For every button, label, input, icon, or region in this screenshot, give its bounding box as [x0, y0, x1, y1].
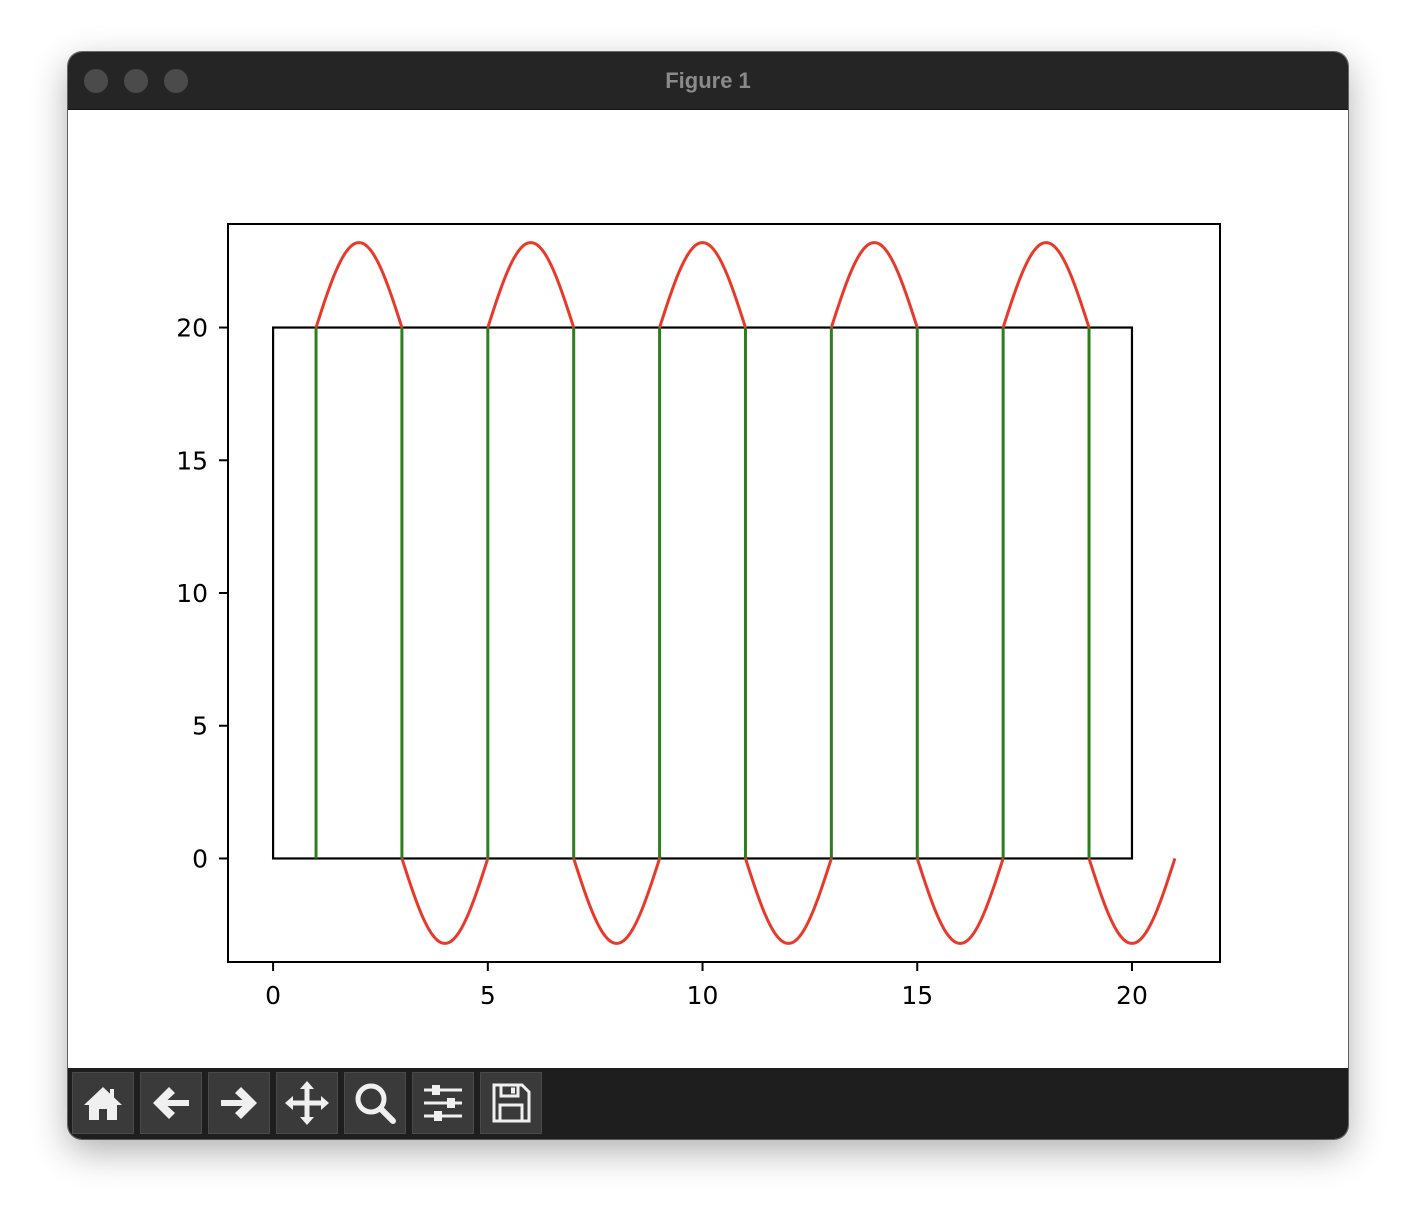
home-icon	[84, 1087, 122, 1120]
x-tick-label: 20	[1116, 981, 1148, 1010]
forward-button[interactable]	[208, 1072, 270, 1134]
x-tick-label: 5	[480, 981, 496, 1010]
lower-wave-arc-6	[744, 858, 833, 945]
title-bar: Figure 1	[68, 52, 1348, 110]
x-axis-ticks: 0 5 10 15 20	[265, 962, 1148, 1010]
y-tick-label: 0	[192, 844, 208, 873]
y-tick-label: 15	[176, 446, 208, 475]
zoom-button[interactable]	[344, 1072, 406, 1134]
plot-content	[271, 241, 1177, 945]
x-tick-label: 0	[265, 981, 281, 1010]
arrow-right-icon	[221, 1087, 257, 1119]
plot: 0 5 10 15 20 0 5 10 15 20	[176, 223, 1221, 1010]
y-tick-label: 5	[192, 712, 208, 741]
lower-wave-arc-10	[1087, 858, 1177, 945]
upper-wave-arc-9	[1001, 241, 1091, 328]
y-axis-ticks: 0 5 10 15 20	[176, 314, 228, 873]
lower-wave-arc-2	[400, 858, 490, 945]
magnifier-icon	[355, 1083, 396, 1124]
pan-button[interactable]	[276, 1072, 338, 1134]
x-tick-label: 10	[687, 981, 719, 1010]
x-tick-label: 15	[901, 981, 933, 1010]
upper-wave-arc-5	[658, 241, 747, 328]
floppy-disk-icon	[492, 1083, 531, 1123]
window-title: Figure 1	[665, 68, 751, 93]
move-icon	[285, 1081, 329, 1125]
y-tick-label: 10	[176, 579, 208, 608]
subplots-button[interactable]	[412, 1072, 474, 1134]
sliders-icon	[424, 1085, 462, 1121]
figure-window: Figure 1 0 5 10 15 20 0 5 10 15 20	[68, 52, 1348, 1139]
y-tick-label: 20	[176, 314, 208, 343]
upper-wave-arc-1	[314, 241, 404, 328]
home-button[interactable]	[72, 1072, 134, 1134]
axes-frame	[227, 223, 1221, 963]
upper-wave-arc-7	[829, 241, 919, 328]
upper-wave-arc-3	[486, 241, 576, 328]
navigation-toolbar	[68, 1068, 1348, 1139]
back-button[interactable]	[140, 1072, 202, 1134]
lower-wave-arc-8	[915, 858, 1005, 945]
arrow-left-icon	[153, 1087, 189, 1119]
figure-canvas[interactable]: 0 5 10 15 20 0 5 10 15 20	[68, 110, 1348, 1068]
lower-wave-arc-4	[572, 858, 662, 945]
save-button[interactable]	[480, 1072, 542, 1134]
